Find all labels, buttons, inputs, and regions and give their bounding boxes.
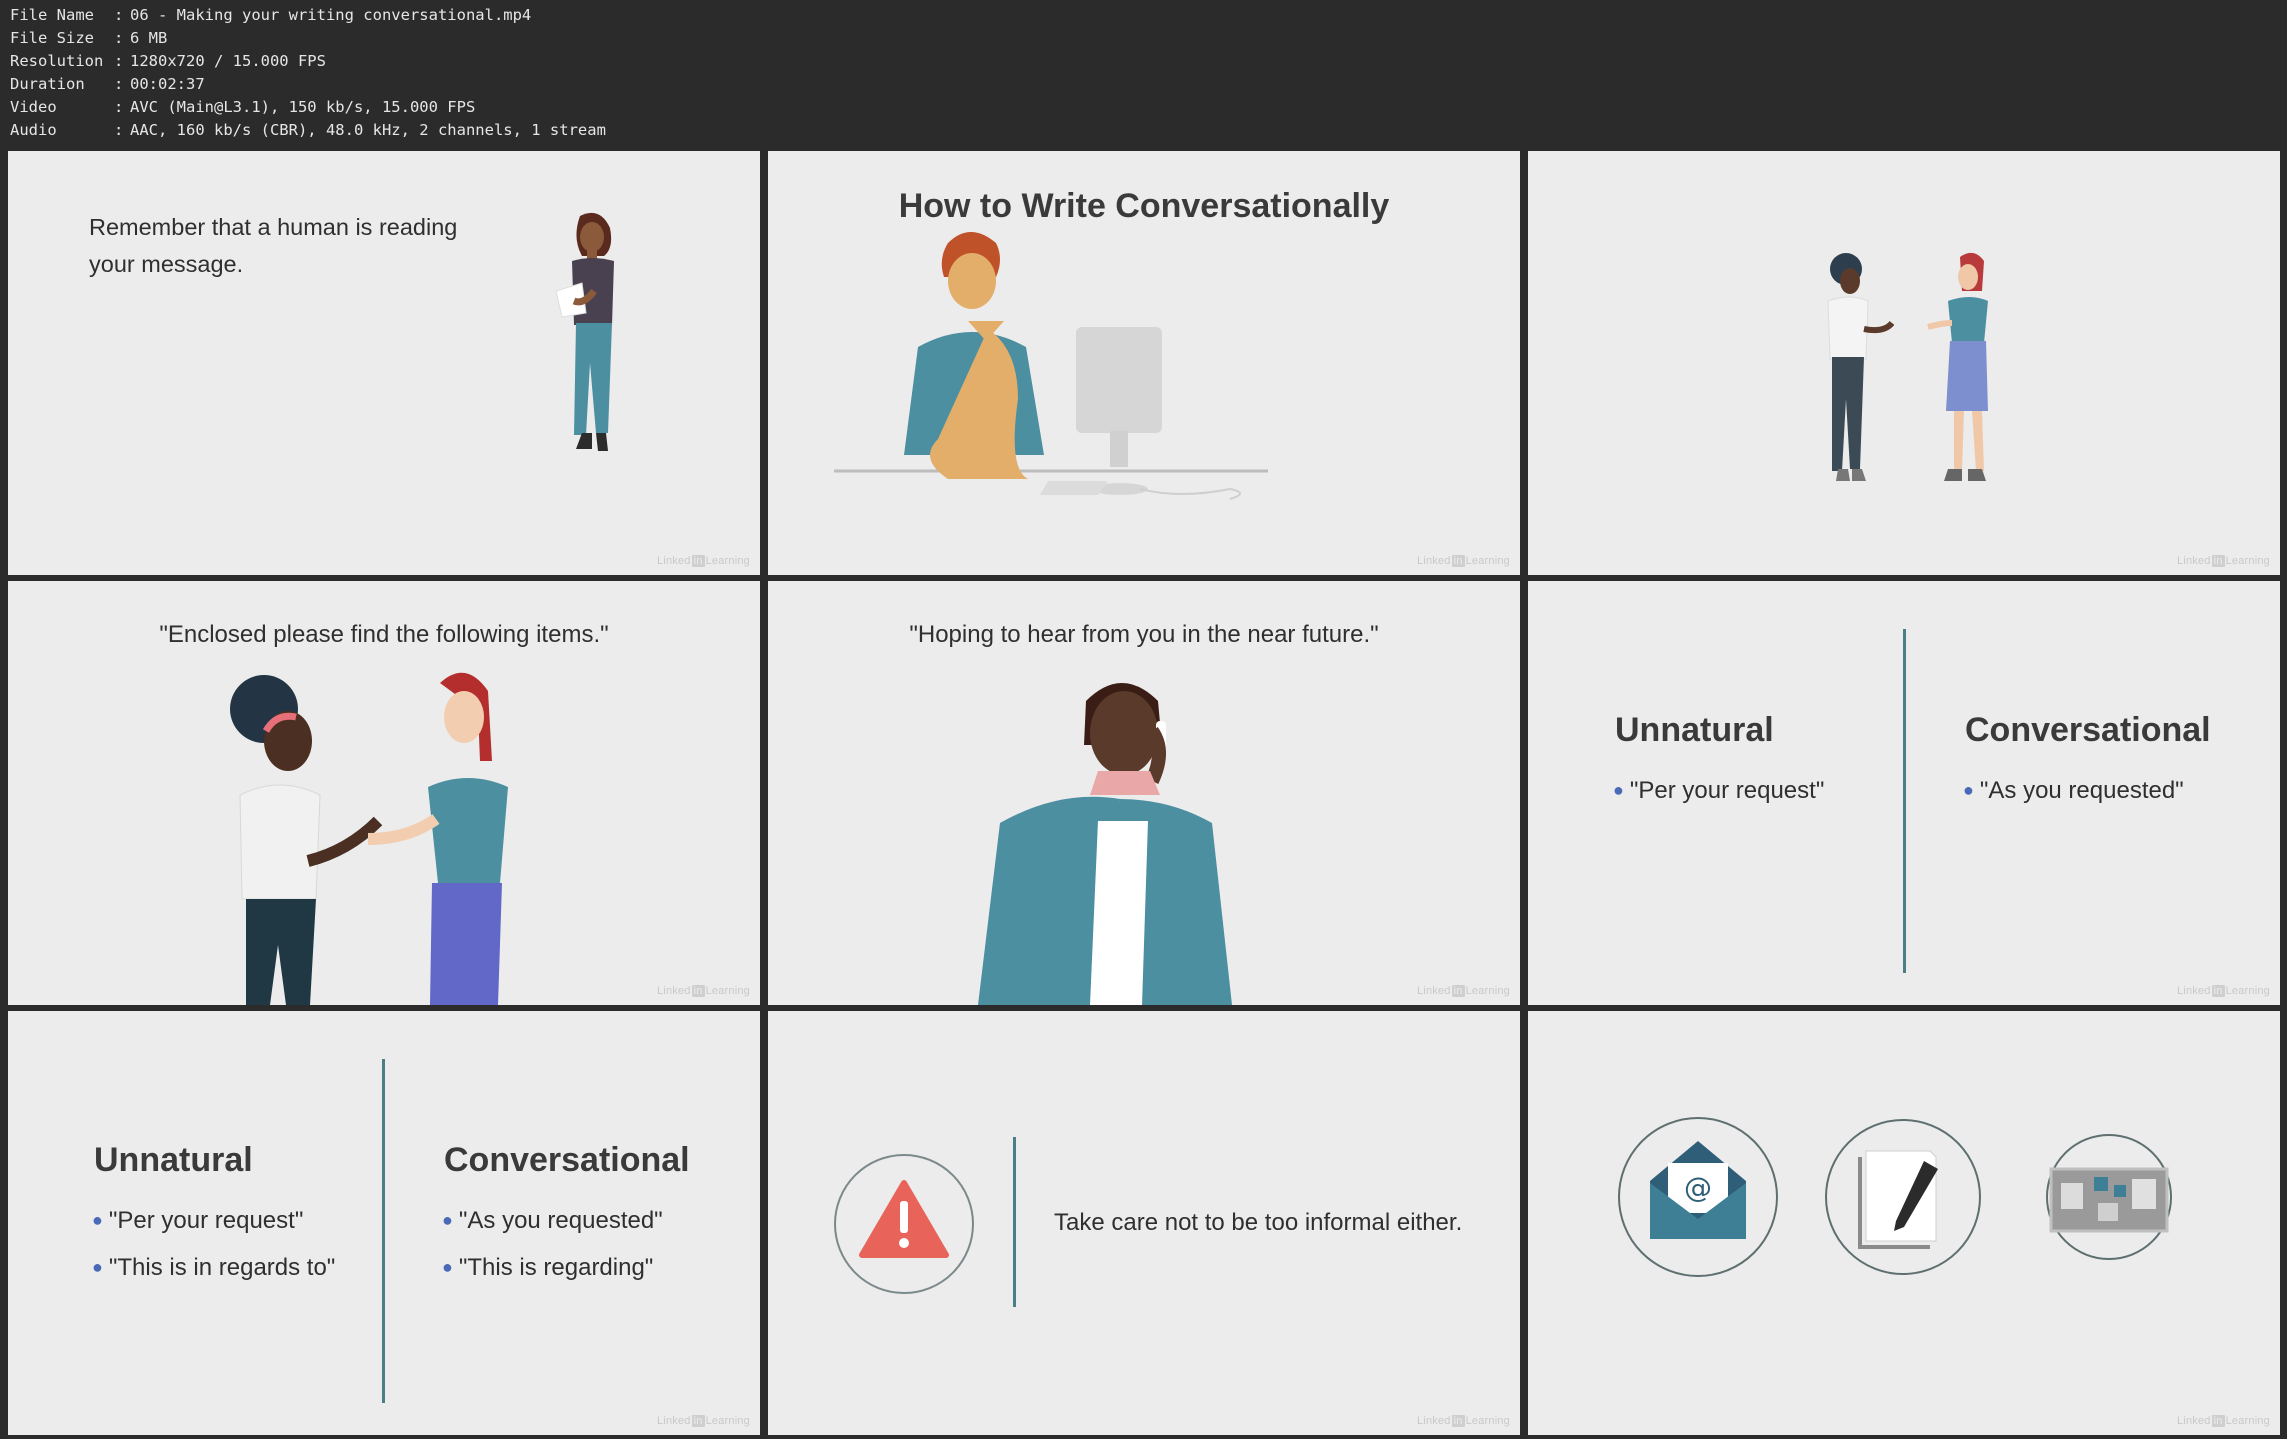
bullet-item: ● "This is in regards to" (92, 1254, 336, 1281)
linkedin-learning-watermark: Linked in Learning (656, 1415, 750, 1427)
unnatural-heading: Unnatural (94, 1141, 253, 1179)
file-info-row: File Name:06 - Making your writing conve… (10, 6, 532, 24)
divider-line (1013, 1137, 1016, 1307)
file-info-row: Duration:00:02:37 (10, 75, 205, 93)
thumbnail-2[interactable]: How to Write Conversationally Linked in Le… (768, 151, 1520, 575)
document-pen-icon (1825, 1119, 1981, 1275)
linkedin-learning-watermark: Linked in Learning (656, 985, 750, 997)
thumbnail-7[interactable]: Unnatural ● "Per your request" ● "This is … (8, 1011, 760, 1435)
bullet-item: ● "As you requested" (1963, 777, 2184, 804)
two-women-conversation-illustration (230, 672, 508, 1005)
divider-line (1903, 629, 1906, 973)
thumbnail-4[interactable]: "Enclosed please find the following item… (8, 581, 760, 1005)
linkedin-learning-watermark: Linked in Learning (1416, 985, 1510, 997)
bullet-item: ● "As you requested" (442, 1207, 663, 1234)
woman-on-phone-illustration (978, 683, 1232, 1005)
divider-line (382, 1059, 385, 1403)
file-info-row: File Size:6 MB (10, 29, 168, 47)
linkedin-learning-watermark: Linked in Learning (656, 555, 750, 567)
file-info-panel: File Name:06 - Making your writing conve… (10, 4, 606, 142)
bullet-item: ● "Per your request" (1613, 777, 1825, 804)
bullet-item: ● "Per your request" (92, 1207, 304, 1234)
bulletin-board-icon (2046, 1134, 2172, 1260)
thumbnail-8[interactable]: Take care not to be too informal either.… (768, 1011, 1520, 1435)
two-women-talking-illustration (1827, 252, 1988, 481)
thumbnail-9[interactable]: @ Linked in Learning (1528, 1011, 2280, 1435)
unnatural-heading: Unnatural (1615, 711, 1774, 749)
conversational-heading: Conversational (1965, 711, 2211, 749)
file-info-row: Video: AVC (Main@L3.1), 150 kb/s, 15.000 … (10, 98, 476, 116)
thumbnail-grid: Remember that a human is reading your me… (0, 149, 2287, 1439)
linkedin-learning-watermark: Linked in Learning (1416, 1415, 1510, 1427)
conversational-heading: Conversational (444, 1141, 690, 1179)
svg-text:@: @ (1684, 1171, 1712, 1204)
bullet-item: ● "This is regarding" (442, 1254, 654, 1281)
thumbnail-5[interactable]: "Hoping to hear from you in the near fut… (768, 581, 1520, 1005)
thumbnail-1[interactable]: Remember that a human is reading your me… (8, 151, 760, 575)
linkedin-learning-watermark: Linked in Learning (1416, 555, 1510, 567)
linkedin-learning-watermark: Linked in Learning (2176, 1415, 2270, 1427)
file-info-row: Audio: AAC, 160 kb/s (CBR), 48.0 kHz, 2 c… (10, 121, 606, 139)
thumbnail-6[interactable]: Unnatural ● "Per your request" Conversati… (1528, 581, 2280, 1005)
linkedin-learning-watermark: Linked in Learning (2176, 985, 2270, 997)
person-at-computer-illustration (834, 232, 1268, 500)
file-info-row: Resolution:1280x720 / 15.000 FPS (10, 52, 326, 70)
thumbnail-3[interactable]: Linked in Learning (1528, 151, 2280, 575)
woman-reading-illustration (555, 212, 614, 451)
email-envelope-icon: @ (1618, 1117, 1778, 1277)
communication-icons-illustration: @ (1618, 1117, 2172, 1277)
slide-text: Take care not to be too informal either. (1054, 1209, 1463, 1236)
linkedin-learning-watermark: Linked in Learning (2176, 555, 2270, 567)
